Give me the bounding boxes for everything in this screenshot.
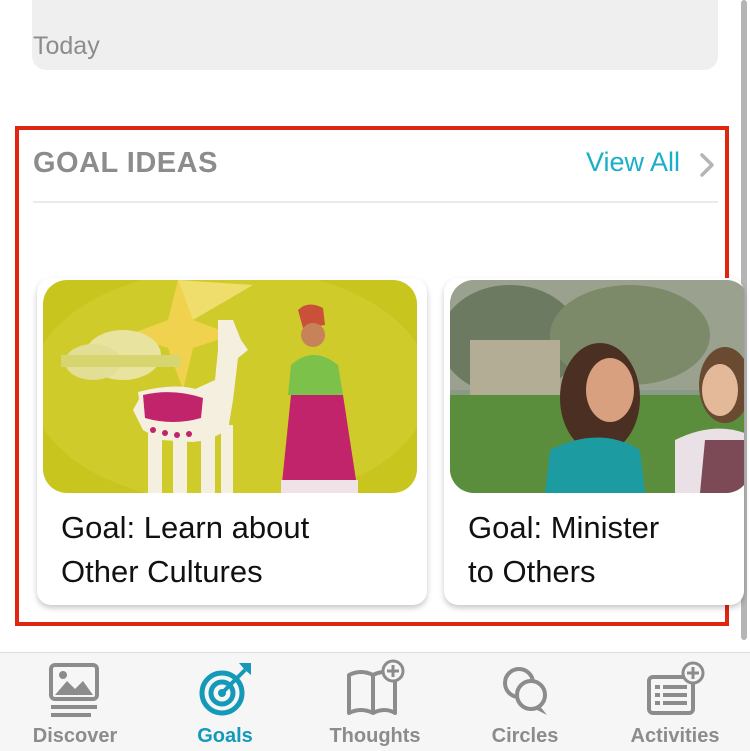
- list-plus-icon: [647, 661, 705, 715]
- tab-discover[interactable]: Discover: [0, 653, 150, 751]
- today-label: Today: [33, 32, 100, 60]
- card-title-line2: to Others: [468, 554, 596, 589]
- goal-card-minister[interactable]: Goal: Minister to Others: [444, 278, 744, 605]
- picture-icon: [49, 663, 99, 717]
- llama-illustration: [43, 280, 417, 493]
- divider: [33, 201, 718, 203]
- tab-bar: Discover Goals Thoughts Circles Activiti…: [0, 652, 750, 751]
- chat-bubbles-icon: [503, 667, 547, 715]
- goal-card-other-cultures[interactable]: Goal: Learn about Other Cultures: [37, 278, 427, 605]
- view-all-link[interactable]: View All: [586, 147, 680, 178]
- tab-circles[interactable]: Circles: [450, 653, 600, 751]
- card-title-line1: Goal: Learn about: [61, 510, 310, 545]
- target-icon: [199, 663, 251, 716]
- card-title-line2: Other Cultures: [61, 554, 263, 589]
- today-card[interactable]: [32, 0, 718, 70]
- section-title: GOAL IDEAS: [33, 147, 218, 179]
- chevron-right-icon[interactable]: [694, 150, 720, 180]
- tab-label: Activities: [630, 725, 720, 747]
- card-title-line1: Goal: Minister: [468, 510, 660, 545]
- tab-thoughts[interactable]: Thoughts: [300, 653, 450, 751]
- card-title: Goal: Learn about Other Cultures: [61, 506, 401, 594]
- tab-label: Circles: [491, 725, 559, 747]
- tab-label: Goals: [197, 725, 253, 747]
- book-plus-icon: [347, 659, 405, 715]
- card-title: Goal: Minister to Others: [468, 506, 744, 594]
- tab-label: Discover: [32, 725, 118, 747]
- tab-label: Thoughts: [329, 725, 421, 747]
- tab-goals[interactable]: Goals: [150, 653, 300, 751]
- photo-two-young-women: [450, 280, 744, 493]
- tab-activities[interactable]: Activities: [600, 653, 750, 751]
